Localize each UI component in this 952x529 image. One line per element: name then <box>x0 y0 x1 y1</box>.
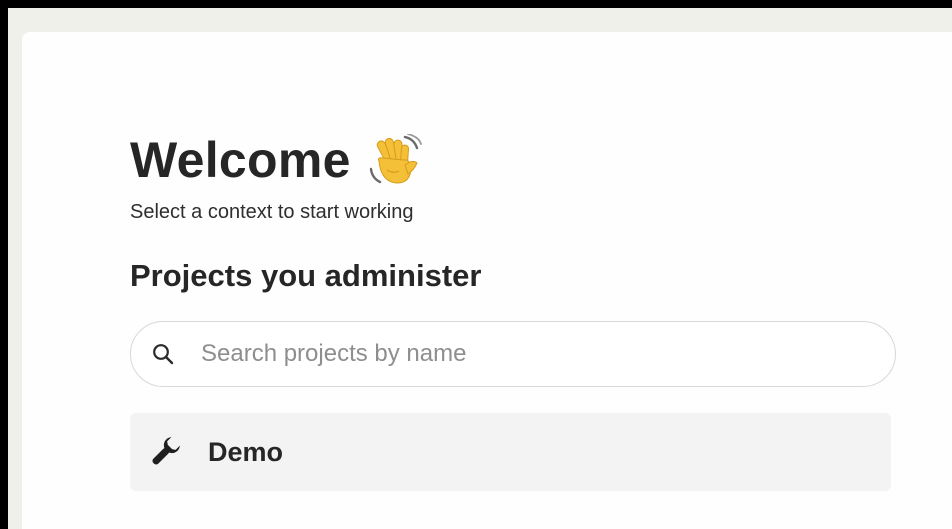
search-input[interactable] <box>201 340 841 368</box>
welcome-header: Welcome <box>130 124 423 196</box>
app-window: Welcome Select a context to start workin… <box>8 8 952 529</box>
waving-hand-icon <box>369 134 422 184</box>
project-name: Demo <box>208 436 284 467</box>
context-selection-panel: Welcome Select a context to start workin… <box>22 32 952 529</box>
section-heading-projects: Projects you administer <box>130 258 482 293</box>
search-icon <box>153 344 174 365</box>
project-search-box[interactable] <box>130 321 896 387</box>
wrench-icon <box>152 437 180 465</box>
project-item-demo[interactable]: Demo <box>130 413 891 491</box>
page-title: Welcome <box>130 132 351 188</box>
welcome-subtitle: Select a context to start working <box>130 201 414 223</box>
